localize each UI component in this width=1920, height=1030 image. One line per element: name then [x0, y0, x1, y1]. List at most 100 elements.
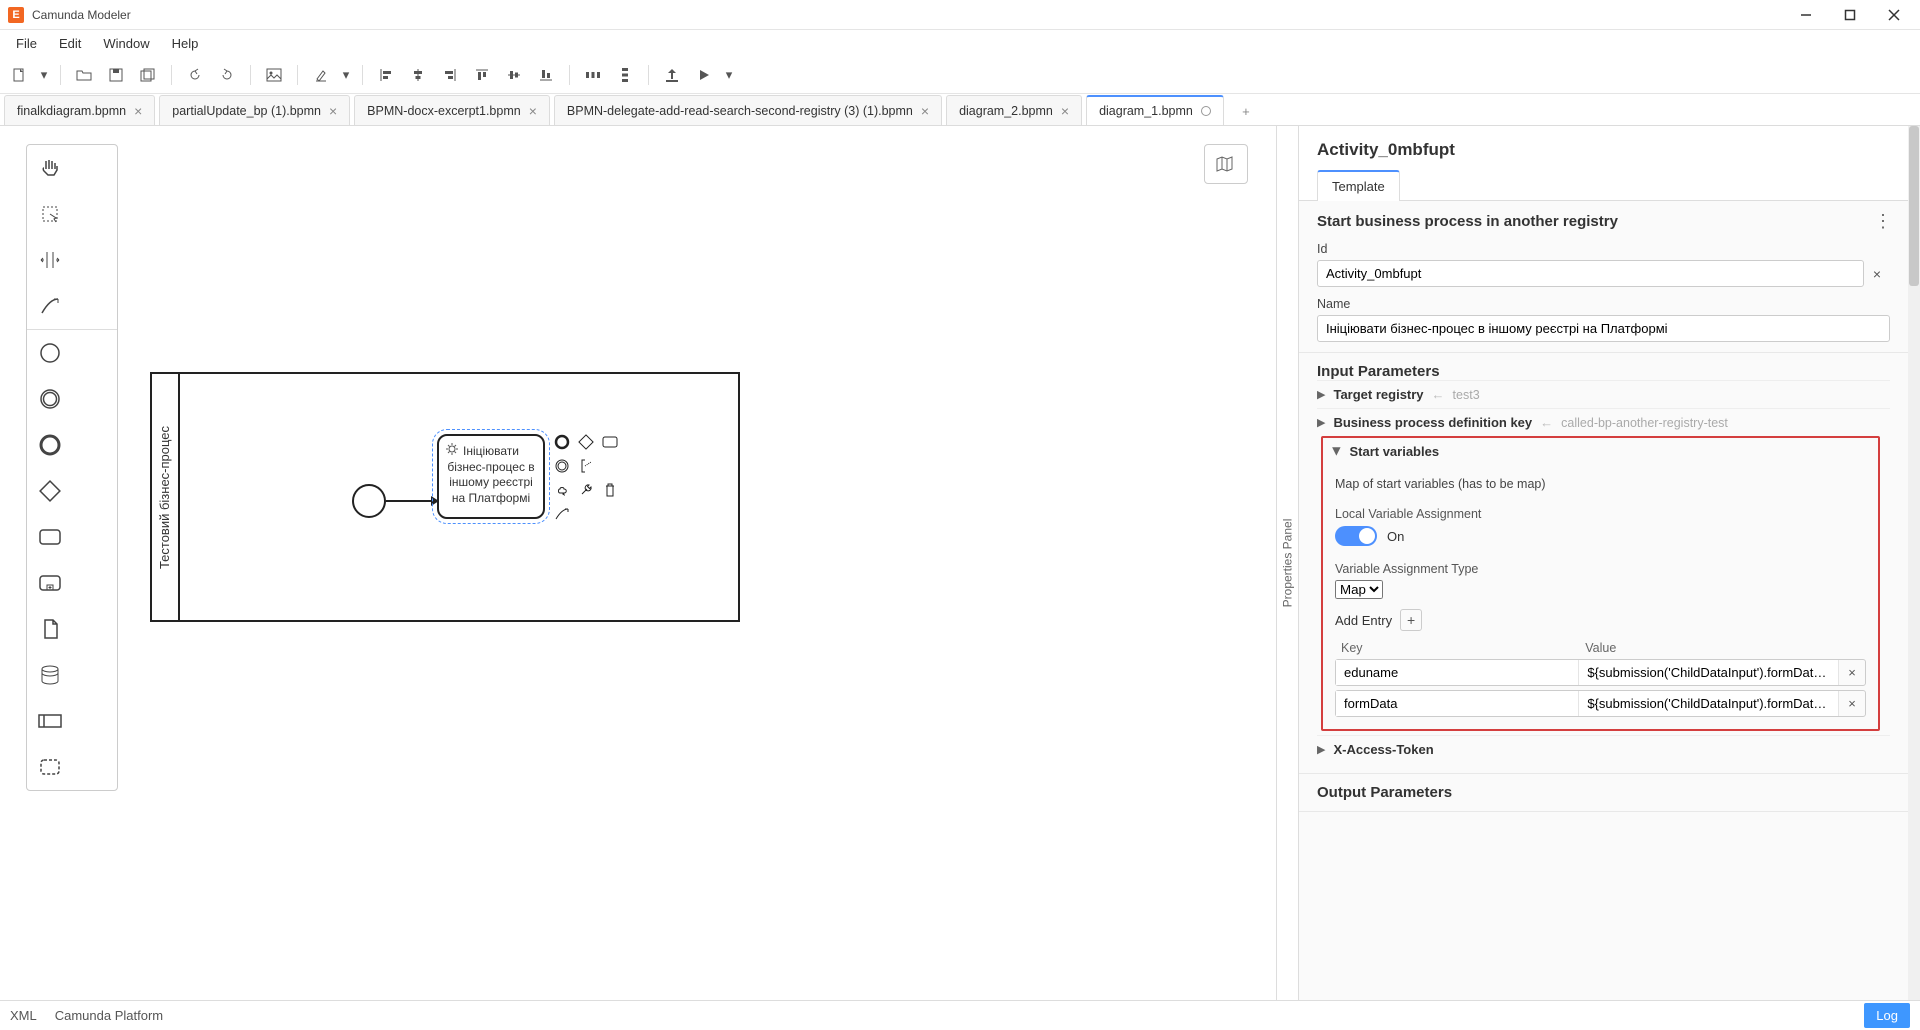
close-icon[interactable]: ×: [921, 103, 929, 119]
align-right-button[interactable]: [437, 62, 463, 88]
more-icon[interactable]: ⋮: [1874, 211, 1890, 232]
tab-diagram1[interactable]: diagram_1.bpmn: [1086, 95, 1224, 125]
undo-button[interactable]: [182, 62, 208, 88]
menu-file[interactable]: File: [6, 33, 47, 54]
maximize-button[interactable]: [1842, 7, 1858, 23]
menu-help[interactable]: Help: [162, 33, 209, 54]
bpdk-row[interactable]: ▶ Business process definition key ← call…: [1317, 408, 1890, 436]
properties-panel-collapse[interactable]: Properties Panel: [1276, 126, 1298, 1000]
id-input[interactable]: [1317, 260, 1864, 287]
hand-tool[interactable]: [27, 145, 73, 191]
gateway-tool[interactable]: [27, 468, 73, 514]
append-gateway[interactable]: [576, 432, 596, 452]
remove-entry-button[interactable]: ×: [1839, 691, 1865, 716]
open-button[interactable]: [71, 62, 97, 88]
menu-edit[interactable]: Edit: [49, 33, 91, 54]
align-middle-button[interactable]: [501, 62, 527, 88]
append-intermediate[interactable]: [552, 456, 572, 476]
clear-icon[interactable]: ×: [1864, 266, 1890, 282]
connect-tool[interactable]: [27, 283, 73, 329]
template-tab[interactable]: Template: [1317, 170, 1400, 201]
data-object-tool[interactable]: [27, 606, 73, 652]
entry-key-input[interactable]: [1336, 691, 1579, 716]
close-icon[interactable]: ×: [329, 103, 337, 119]
participant-tool[interactable]: [27, 698, 73, 744]
data-store-tool[interactable]: [27, 652, 73, 698]
add-entry-button[interactable]: +: [1400, 609, 1422, 631]
entry-value-input[interactable]: [1579, 660, 1839, 685]
color-button[interactable]: [308, 62, 334, 88]
distribute-v-button[interactable]: [612, 62, 638, 88]
connect-icon[interactable]: [552, 504, 572, 524]
change-type[interactable]: [552, 480, 572, 500]
task-label: Ініціювати бізнес-процес в іншому реєстр…: [447, 444, 534, 505]
space-tool[interactable]: [27, 237, 73, 283]
close-button[interactable]: [1886, 7, 1902, 23]
subprocess-tool[interactable]: [27, 560, 73, 606]
align-top-button[interactable]: [469, 62, 495, 88]
close-icon[interactable]: ×: [529, 103, 537, 119]
entry-key-input[interactable]: [1336, 660, 1579, 685]
remove-entry-button[interactable]: ×: [1839, 660, 1865, 685]
start-event-tool[interactable]: [27, 330, 73, 376]
palette: [26, 144, 118, 791]
intermediate-event-tool[interactable]: [27, 376, 73, 422]
menu-window[interactable]: Window: [93, 33, 159, 54]
minimap-toggle[interactable]: [1204, 144, 1248, 184]
lva-toggle[interactable]: [1335, 526, 1377, 546]
new-file-button[interactable]: [6, 62, 32, 88]
align-left-button[interactable]: [373, 62, 399, 88]
delete-icon[interactable]: [600, 480, 620, 500]
save-button[interactable]: [103, 62, 129, 88]
name-input[interactable]: [1317, 315, 1890, 342]
distribute-h-button[interactable]: [580, 62, 606, 88]
close-icon[interactable]: ×: [1061, 103, 1069, 119]
target-registry-row[interactable]: ▶ Target registry ← test3: [1317, 380, 1890, 408]
xml-toggle[interactable]: XML: [10, 1008, 37, 1023]
align-bottom-button[interactable]: [533, 62, 559, 88]
append-task[interactable]: [600, 432, 620, 452]
group-tool[interactable]: [27, 744, 73, 790]
chevron-right-icon: ▶: [1317, 416, 1325, 429]
image-button[interactable]: [261, 62, 287, 88]
start-variables-row[interactable]: ▶ Start variables: [1323, 438, 1878, 465]
param-name: X-Access-Token: [1333, 742, 1433, 757]
x-access-token-row[interactable]: ▶ X-Access-Token: [1317, 735, 1890, 763]
service-task[interactable]: Ініціювати бізнес-процес в іншому реєстр…: [437, 434, 545, 519]
bpmn-pool[interactable]: Тестовий бізнес-процес Ініціювати бізнес…: [150, 372, 740, 622]
scrollbar[interactable]: [1908, 126, 1920, 1000]
log-button[interactable]: Log: [1864, 1003, 1910, 1028]
param-name: Target registry: [1333, 387, 1423, 402]
canvas[interactable]: Тестовий бізнес-процес Ініціювати бізнес…: [0, 126, 1276, 1000]
end-event-tool[interactable]: [27, 422, 73, 468]
sequence-flow[interactable]: [386, 500, 438, 502]
task-tool[interactable]: [27, 514, 73, 560]
id-label: Id: [1317, 242, 1890, 256]
tab-delegate[interactable]: BPMN-delegate-add-read-search-second-reg…: [554, 95, 942, 125]
add-tab-button[interactable]: +: [1232, 97, 1260, 125]
append-end-event[interactable]: [552, 432, 572, 452]
entry-value-input[interactable]: [1579, 691, 1839, 716]
close-icon[interactable]: ×: [134, 103, 142, 119]
vat-select[interactable]: Map: [1335, 580, 1383, 599]
minimize-button[interactable]: [1798, 7, 1814, 23]
param-name: Start variables: [1349, 444, 1439, 459]
tab-partialupdate[interactable]: partialUpdate_bp (1).bpmn×: [159, 95, 350, 125]
save-all-button[interactable]: [135, 62, 161, 88]
wrench-icon[interactable]: [576, 480, 596, 500]
redo-button[interactable]: [214, 62, 240, 88]
annotation-icon[interactable]: [576, 456, 596, 476]
start-event[interactable]: [352, 484, 386, 518]
align-center-button[interactable]: [405, 62, 431, 88]
platform-label[interactable]: Camunda Platform: [55, 1008, 163, 1023]
run-button[interactable]: [691, 62, 717, 88]
new-file-dropdown[interactable]: ▾: [38, 62, 50, 88]
deploy-button[interactable]: [659, 62, 685, 88]
tab-label: BPMN-delegate-add-read-search-second-reg…: [567, 104, 913, 118]
color-dropdown[interactable]: ▾: [340, 62, 352, 88]
tab-diagram2[interactable]: diagram_2.bpmn×: [946, 95, 1082, 125]
tab-excerpt[interactable]: BPMN-docx-excerpt1.bpmn×: [354, 95, 550, 125]
tab-finalkdiagram[interactable]: finalkdiagram.bpmn×: [4, 95, 155, 125]
run-dropdown[interactable]: ▾: [723, 62, 735, 88]
lasso-tool[interactable]: [27, 191, 73, 237]
